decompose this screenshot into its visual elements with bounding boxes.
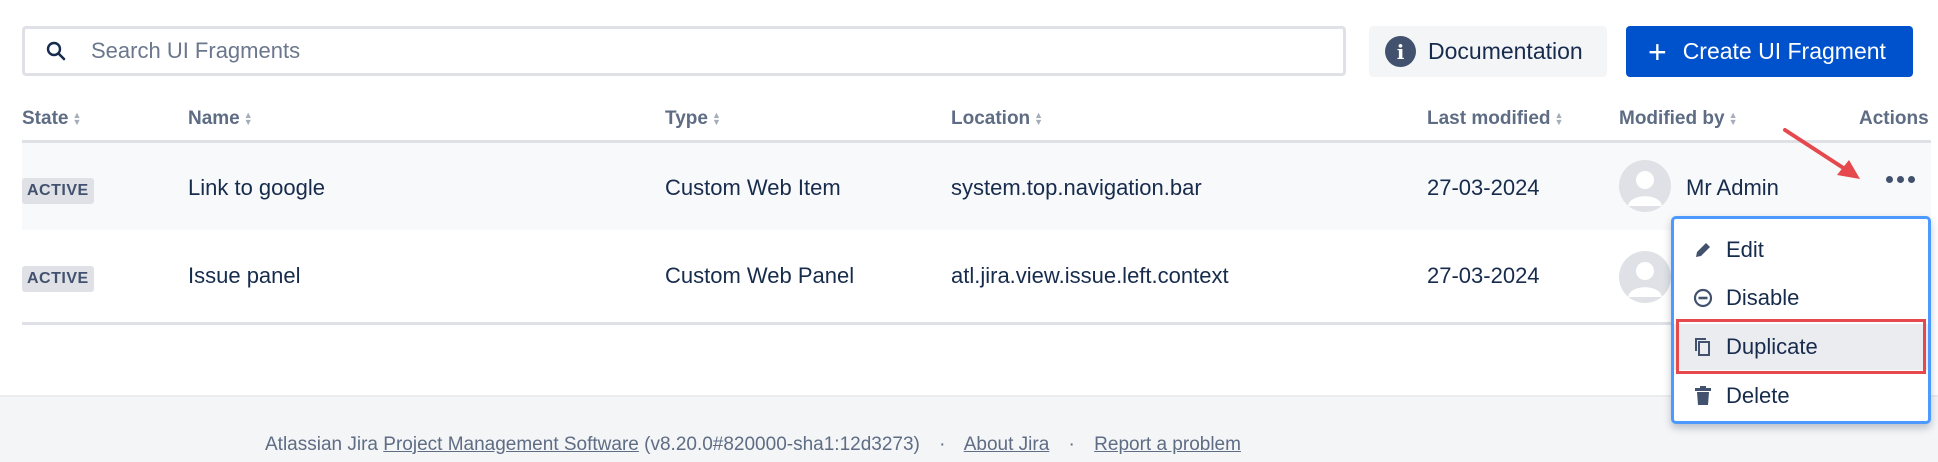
header-label: Name: [188, 108, 240, 129]
footer-version: (v8.20.0#820000-sha1:12d3273): [644, 434, 920, 455]
more-icon-dot: [1897, 176, 1904, 183]
pencil-icon: [1692, 239, 1714, 261]
header-label: Last modified: [1427, 108, 1551, 129]
copy-icon: [1692, 336, 1714, 358]
sort-icon: ▲ ▼: [72, 110, 82, 127]
fragment-name: Link to google: [188, 175, 325, 200]
menu-item-label: Edit: [1726, 237, 1764, 262]
header-label: Modified by: [1619, 108, 1725, 129]
sort-icon: ▲ ▼: [1728, 110, 1738, 127]
sort-icon: ▲ ▼: [1554, 110, 1564, 127]
menu-item-edit[interactable]: Edit: [1674, 227, 1928, 273]
create-label: Create UI Fragment: [1682, 38, 1886, 64]
create-ui-fragment-button[interactable]: + Create UI Fragment: [1626, 26, 1913, 77]
search-icon: [43, 38, 69, 64]
fragment-location: system.top.navigation.bar: [951, 175, 1202, 200]
header-label: State: [22, 108, 69, 129]
actions-menu: Edit Disable Duplicate Delete: [1671, 216, 1931, 424]
page-footer: Atlassian Jira Project Management Softwa…: [0, 395, 1938, 462]
status-badge: ACTIVE: [22, 178, 94, 204]
table-bottom-divider: [22, 322, 1931, 325]
modified-by-user: Mr Admin: [1686, 175, 1779, 200]
menu-item-label: Duplicate: [1726, 334, 1818, 359]
minus-circle-icon: [1692, 287, 1714, 309]
last-modified-date: 27-03-2024: [1427, 263, 1540, 288]
header-label: Type: [665, 108, 708, 129]
avatar: [1619, 160, 1671, 212]
sort-icon: ▲ ▼: [1034, 110, 1044, 127]
status-badge: ACTIVE: [22, 266, 94, 292]
search-input[interactable]: [89, 37, 1293, 65]
column-header-name[interactable]: Name ▲ ▼: [188, 108, 253, 130]
more-actions-button[interactable]: [1886, 176, 1915, 183]
plus-icon: +: [1648, 33, 1667, 70]
more-icon-dot: [1908, 176, 1915, 183]
annotation-arrow-icon: [1783, 128, 1860, 179]
documentation-label: Documentation: [1428, 38, 1583, 64]
info-icon: i: [1385, 36, 1416, 67]
sort-icon: ▲ ▼: [711, 110, 721, 127]
table-row: ACTIVE Link to google Custom Web Item sy…: [22, 143, 1931, 230]
footer-separator: ·: [1068, 434, 1075, 455]
product-link[interactable]: Project Management Software: [383, 434, 639, 455]
column-header-location[interactable]: Location ▲ ▼: [951, 108, 1043, 130]
more-icon-dot: [1886, 176, 1893, 183]
fragment-location: atl.jira.view.issue.left.context: [951, 263, 1229, 288]
menu-item-delete[interactable]: Delete: [1674, 373, 1928, 419]
fragment-type: Custom Web Panel: [665, 263, 855, 288]
menu-item-disable[interactable]: Disable: [1674, 275, 1928, 321]
footer-prefix: Atlassian Jira: [265, 434, 378, 455]
last-modified-date: 27-03-2024: [1427, 175, 1540, 200]
header-label: Location: [951, 108, 1031, 129]
sort-icon: ▲ ▼: [243, 110, 253, 127]
trash-icon: [1692, 385, 1714, 407]
menu-item-duplicate[interactable]: Duplicate: [1674, 324, 1928, 370]
documentation-button[interactable]: i Documentation: [1369, 26, 1607, 77]
report-problem-link[interactable]: Report a problem: [1094, 434, 1241, 455]
footer-separator: ·: [939, 434, 946, 455]
menu-item-label: Disable: [1726, 285, 1800, 310]
search-field[interactable]: [22, 26, 1346, 76]
menu-item-label: Delete: [1726, 383, 1790, 408]
fragment-type: Custom Web Item: [665, 175, 841, 200]
avatar: [1619, 251, 1671, 303]
column-header-last-modified[interactable]: Last modified ▲ ▼: [1427, 108, 1563, 130]
about-jira-link[interactable]: About Jira: [964, 434, 1050, 455]
column-header-state[interactable]: State ▲ ▼: [22, 108, 81, 130]
table-row: ACTIVE Issue panel Custom Web Panel atl.…: [22, 232, 1931, 319]
fragment-name: Issue panel: [188, 263, 301, 288]
column-header-type[interactable]: Type ▲ ▼: [665, 108, 721, 130]
column-header-modified-by[interactable]: Modified by ▲ ▼: [1619, 108, 1737, 130]
